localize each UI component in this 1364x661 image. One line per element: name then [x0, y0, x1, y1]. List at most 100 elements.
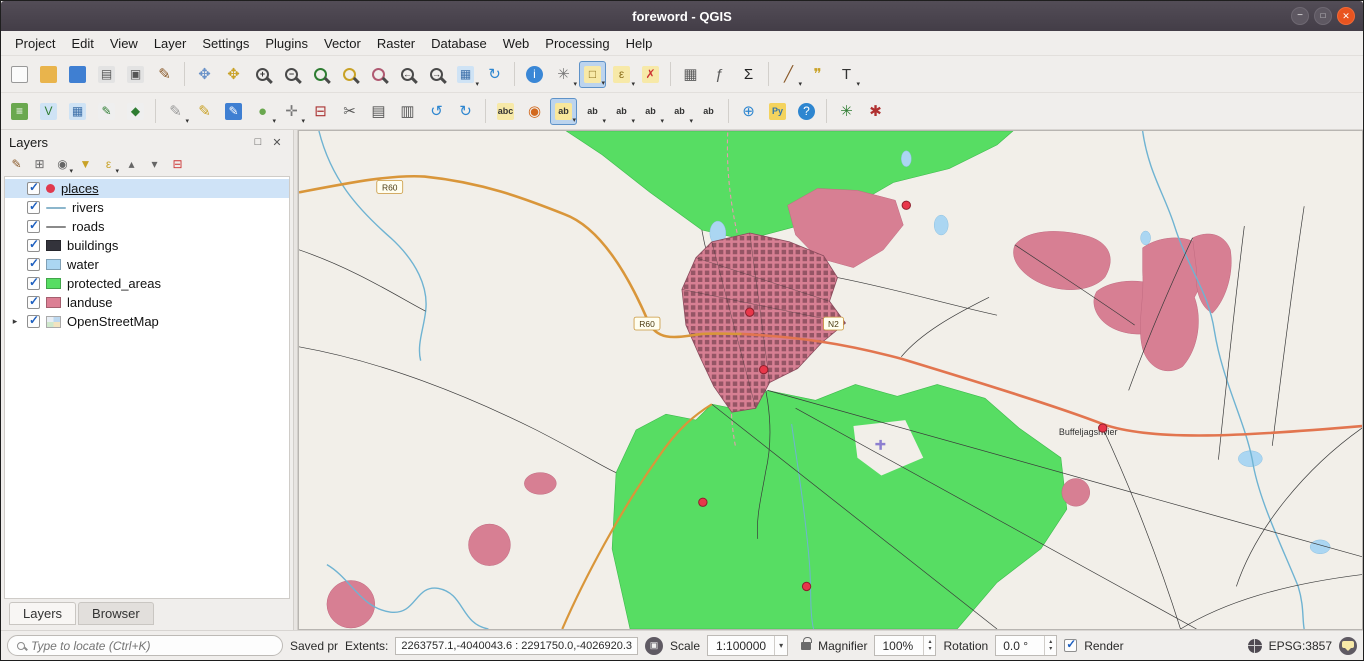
chevron-down-icon[interactable]	[774, 636, 787, 655]
add-raster-layer-icon[interactable]: ▦	[64, 98, 91, 125]
save-layer-edits-icon[interactable]: ✎	[220, 98, 247, 125]
layer-item-OpenStreetMap[interactable]: OpenStreetMap	[5, 312, 289, 331]
close-panel-icon[interactable]	[269, 134, 285, 150]
layer-item-water[interactable]: water	[5, 255, 289, 274]
layer-visibility-checkbox[interactable]	[27, 315, 40, 328]
map-tips-icon[interactable]: ❞	[804, 61, 831, 88]
menu-settings[interactable]: Settings	[194, 33, 257, 54]
help-contents-icon[interactable]: ?	[793, 98, 820, 125]
zoom-to-selection-icon[interactable]	[336, 61, 363, 88]
menu-processing[interactable]: Processing	[537, 33, 617, 54]
menu-vector[interactable]: Vector	[316, 33, 369, 54]
run-feature-action-icon[interactable]: ✳▾	[550, 61, 577, 88]
add-group-icon[interactable]: ⊞	[29, 154, 50, 175]
layer-visibility-checkbox[interactable]	[27, 277, 40, 290]
title-bar[interactable]: foreword - QGIS	[1, 1, 1363, 31]
project-open-icon[interactable]	[35, 61, 62, 88]
refresh-map-icon[interactable]: ↻	[481, 61, 508, 88]
maximize-icon[interactable]	[1314, 7, 1332, 25]
delete-selected-icon[interactable]: ⊟	[307, 98, 334, 125]
move-label-icon[interactable]: ab▾	[637, 98, 664, 125]
cut-features-icon[interactable]: ✂	[336, 98, 363, 125]
tab-layers[interactable]: Layers	[9, 602, 76, 625]
locate-bar[interactable]	[7, 635, 283, 656]
vertex-tool-icon[interactable]: ✛▾	[278, 98, 305, 125]
filter-legend-icon[interactable]: ▼	[75, 154, 96, 175]
render-checkbox[interactable]	[1064, 639, 1077, 652]
layer-visibility-checkbox[interactable]	[27, 296, 40, 309]
statistical-summary-icon[interactable]: Σ	[735, 61, 762, 88]
highlight-pinned-labels-icon[interactable]: ab▾	[579, 98, 606, 125]
layer-labeling-icon[interactable]: abc	[492, 98, 519, 125]
text-annotation-icon[interactable]: T▾	[833, 61, 860, 88]
zoom-last-icon[interactable]: ←	[394, 61, 421, 88]
undo-icon[interactable]: ↺	[423, 98, 450, 125]
measure-line-icon[interactable]: ╱▾	[775, 61, 802, 88]
open-attribute-table-icon[interactable]: ▦	[677, 61, 704, 88]
new-shapefile-layer-icon[interactable]: ✎	[93, 98, 120, 125]
pan-map-icon[interactable]: ✥	[191, 61, 218, 88]
add-vector-layer-icon[interactable]: V	[35, 98, 62, 125]
field-calculator-icon[interactable]: ƒ	[706, 61, 733, 88]
rotate-label-icon[interactable]: ab▾	[666, 98, 693, 125]
show-hide-labels-icon[interactable]: ab▾	[608, 98, 635, 125]
menu-database[interactable]: Database	[423, 33, 495, 54]
toggle-editing-icon[interactable]: ✎	[191, 98, 218, 125]
remove-layer-icon[interactable]: ⊟	[167, 154, 188, 175]
menu-help[interactable]: Help	[618, 33, 661, 54]
new-print-layout-icon[interactable]: ▤	[93, 61, 120, 88]
expander-icon[interactable]	[9, 316, 21, 327]
copy-features-icon[interactable]: ▤	[365, 98, 392, 125]
layer-visibility-checkbox[interactable]	[27, 182, 40, 195]
manage-map-themes-icon[interactable]: ◉▾	[52, 154, 73, 175]
zoom-full-icon[interactable]	[307, 61, 334, 88]
layer-visibility-checkbox[interactable]	[27, 201, 40, 214]
change-label-icon[interactable]: ab	[695, 98, 722, 125]
messages-icon[interactable]	[1339, 637, 1357, 655]
collapse-all-icon[interactable]: ▾	[144, 154, 165, 175]
deselect-features-icon[interactable]: ✗	[637, 61, 664, 88]
close-icon[interactable]	[1337, 7, 1355, 25]
menu-project[interactable]: Project	[7, 33, 63, 54]
menu-view[interactable]: View	[102, 33, 146, 54]
layer-item-places[interactable]: places	[5, 179, 289, 198]
menu-raster[interactable]: Raster	[369, 33, 423, 54]
menu-layer[interactable]: Layer	[146, 33, 195, 54]
spin-down-icon[interactable]	[1045, 646, 1056, 653]
paste-features-icon[interactable]: ▥	[394, 98, 421, 125]
layer-item-landuse[interactable]: landuse	[5, 293, 289, 312]
new-geopackage-layer-icon[interactable]: ◆	[122, 98, 149, 125]
zoom-next-icon[interactable]: →	[423, 61, 450, 88]
select-by-expression-icon[interactable]: ε▾	[608, 61, 635, 88]
menu-edit[interactable]: Edit	[63, 33, 101, 54]
current-edits-icon[interactable]: ✎▾	[162, 98, 189, 125]
tab-browser[interactable]: Browser	[78, 602, 154, 625]
menu-plugins[interactable]: Plugins	[257, 33, 316, 54]
identify-features-icon[interactable]: i	[521, 61, 548, 88]
crs-globe-icon[interactable]	[1248, 639, 1262, 653]
pin-labels-icon[interactable]: ab▾	[550, 98, 577, 125]
float-panel-icon[interactable]	[250, 134, 266, 150]
locate-input[interactable]	[31, 639, 273, 653]
layer-visibility-checkbox[interactable]	[27, 220, 40, 233]
layer-visibility-checkbox[interactable]	[27, 239, 40, 252]
project-save-icon[interactable]	[64, 61, 91, 88]
spin-up-icon[interactable]	[1045, 639, 1056, 646]
layer-item-buildings[interactable]: buildings	[5, 236, 289, 255]
processing-toolbox-icon[interactable]: ✳	[833, 98, 860, 125]
layer-item-rivers[interactable]: rivers	[5, 198, 289, 217]
expand-all-icon[interactable]: ▴	[121, 154, 142, 175]
data-source-manager-icon[interactable]: ≡	[6, 98, 33, 125]
pan-to-selection-icon[interactable]: ✥	[220, 61, 247, 88]
menu-web[interactable]: Web	[495, 33, 538, 54]
zoom-in-icon[interactable]: +	[249, 61, 276, 88]
lock-icon[interactable]	[801, 642, 811, 650]
map-canvas[interactable]: R60 R60 N2 Buffeljagsrivier	[298, 130, 1363, 630]
zoom-out-icon[interactable]: −	[278, 61, 305, 88]
layer-item-roads[interactable]: roads	[5, 217, 289, 236]
style-manager-icon[interactable]: ✎	[151, 61, 178, 88]
extents-refresh-icon[interactable]	[645, 637, 663, 655]
python-console-icon[interactable]: Py	[764, 98, 791, 125]
zoom-to-layer-icon[interactable]	[365, 61, 392, 88]
layer-item-protected_areas[interactable]: protected_areas	[5, 274, 289, 293]
